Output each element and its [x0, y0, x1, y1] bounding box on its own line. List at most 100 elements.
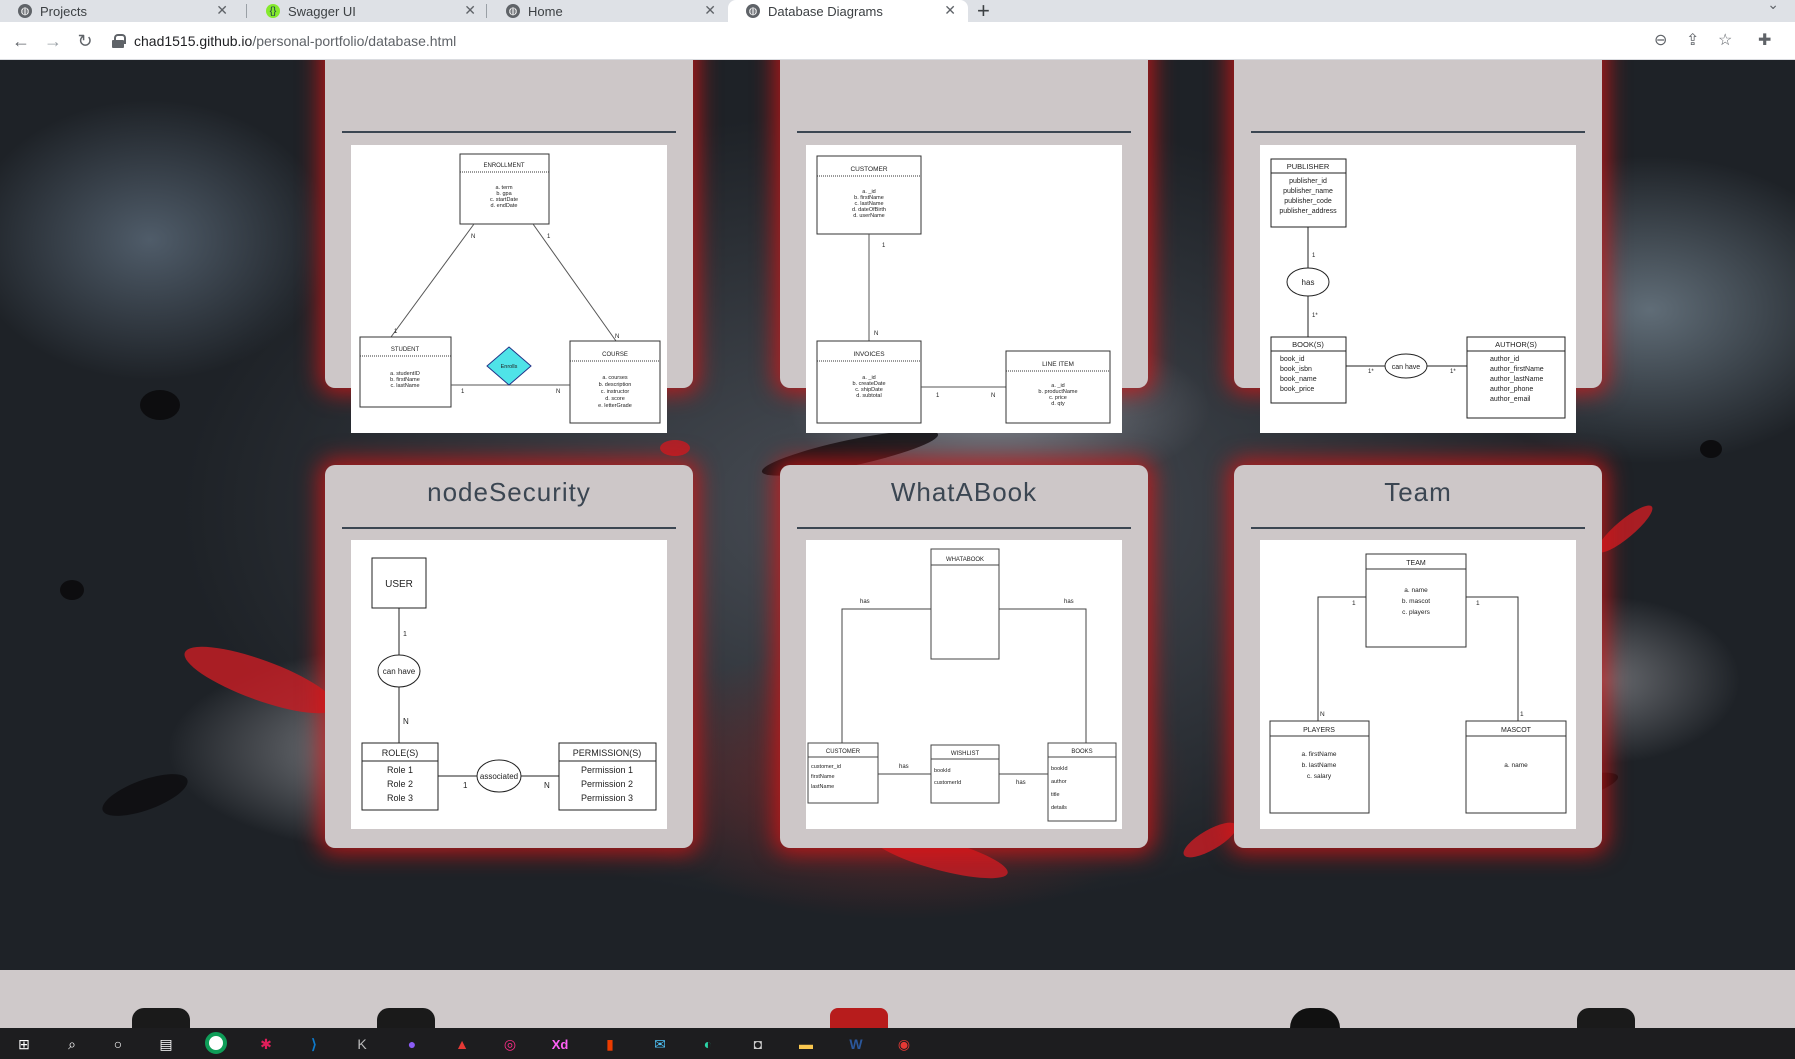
entity-attr: firstName: [811, 774, 835, 780]
entity-attr: book_id: [1280, 356, 1305, 363]
card-divider: [342, 131, 676, 133]
entity-title: ENROLLMENT: [483, 163, 524, 169]
share-icon[interactable]: ⇪: [1686, 30, 1699, 50]
entity-attr: book_name: [1280, 376, 1317, 383]
relationship-label: can have: [1392, 364, 1421, 371]
vscode-icon[interactable]: ⟩: [302, 1032, 326, 1056]
close-icon[interactable]: ✕: [216, 2, 228, 19]
entity-attr: lastName: [811, 784, 834, 790]
er-diagram-image[interactable]: USER 1 can have N ROLE(S) Role 1 Role 2 …: [351, 540, 667, 829]
entity-attr: a. firstName: [1301, 751, 1336, 758]
office-icon[interactable]: ▮: [598, 1032, 622, 1056]
er-diagram-enrollment: ENROLLMENT a. term b. gpa c. startDate d…: [359, 153, 661, 424]
entity-attr: d. qty: [1051, 401, 1065, 407]
entity-attr: title: [1051, 792, 1060, 798]
entity-attr: c. salary: [1307, 773, 1332, 780]
cardinality-label: 1: [463, 781, 468, 790]
tab-projects[interactable]: ◍ Projects ✕: [0, 0, 240, 22]
search-icon[interactable]: ⌕: [60, 1032, 84, 1056]
relationship-label: has: [1016, 780, 1026, 786]
entity-attr: book_isbn: [1280, 366, 1312, 373]
relationship-label: can have: [383, 667, 416, 676]
back-icon[interactable]: ←: [8, 28, 34, 54]
entity-attr: book_price: [1280, 386, 1314, 393]
cardinality-label: N: [1320, 711, 1325, 718]
github-icon[interactable]: [377, 1008, 435, 1030]
page-footer: [0, 970, 1795, 1030]
zoom-icon[interactable]: ⊖: [1654, 30, 1667, 50]
entity-attr: author_phone: [1490, 386, 1533, 393]
extensions-icon[interactable]: ✚: [1758, 30, 1771, 50]
tab-search-icon[interactable]: ⌄: [1767, 0, 1779, 13]
forward-icon[interactable]: →: [40, 28, 66, 54]
tab-home[interactable]: ◍ Home ✕: [488, 0, 728, 22]
camera-icon[interactable]: ◘: [746, 1032, 770, 1056]
cardinality-label: 1: [1476, 600, 1480, 607]
adobe-xd-icon[interactable]: Xd: [548, 1032, 572, 1056]
new-tab-button[interactable]: +: [977, 0, 990, 24]
entity-attr: publisher_address: [1279, 208, 1337, 215]
tab-label: Home: [528, 3, 563, 19]
er-diagram-image[interactable]: ENROLLMENT a. term b. gpa c. startDate d…: [351, 145, 667, 433]
tab-label: Projects: [40, 3, 87, 19]
entity-attr: publisher_code: [1284, 198, 1332, 205]
er-diagram-image[interactable]: CUSTOMER a. _id b. firstName c. lastName…: [806, 145, 1122, 433]
reload-icon[interactable]: ↻: [72, 28, 98, 54]
red-paint-splat: [660, 440, 690, 456]
entity-title: MASCOT: [1501, 727, 1532, 734]
url-domain: chad1515.github.io: [134, 33, 253, 49]
task-view-icon[interactable]: ▤: [154, 1032, 178, 1056]
bookmark-star-icon[interactable]: ☆: [1718, 30, 1732, 50]
github-icon[interactable]: [132, 1008, 190, 1030]
card-title: WhatABook: [890, 477, 1038, 507]
logo-icon[interactable]: [1290, 1008, 1340, 1030]
entity-attr: b. lastName: [1302, 762, 1337, 769]
tab-label: Swagger UI: [288, 3, 356, 19]
close-icon[interactable]: ✕: [944, 2, 956, 19]
card-title: Team: [1384, 477, 1452, 507]
er-diagram-image[interactable]: WHATABOOK has has CUSTOMER customer_id f…: [806, 540, 1122, 829]
diagram-card-enrollment: ENROLLMENT a. term b. gpa c. startDate d…: [325, 60, 693, 433]
cardinality-label: N: [991, 393, 995, 399]
acrobat-icon[interactable]: ▲: [450, 1032, 474, 1056]
tab-swagger-ui[interactable]: {} Swagger UI ✕: [248, 0, 488, 22]
red-paint-splat: [177, 633, 343, 727]
cardinality-label: 1*: [1450, 369, 1456, 375]
close-icon[interactable]: ✕: [464, 2, 476, 19]
entity-attr: a. courses: [602, 375, 628, 381]
relationship-label: has: [1302, 278, 1315, 287]
mail-icon[interactable]: ✉: [648, 1032, 672, 1056]
word-icon[interactable]: W: [844, 1032, 868, 1056]
edge-icon[interactable]: ◐: [696, 1032, 720, 1056]
keystroke-icon[interactable]: K: [350, 1032, 374, 1056]
github-desktop-icon[interactable]: ●: [400, 1032, 424, 1056]
tab-divider: [246, 4, 247, 18]
cardinality-label: N: [544, 781, 550, 790]
creative-cloud-icon[interactable]: ◎: [498, 1032, 522, 1056]
close-icon[interactable]: ✕: [704, 2, 716, 19]
paint-splat: [60, 580, 84, 600]
devil-logo-icon[interactable]: [830, 1008, 888, 1030]
address-bar[interactable]: chad1515.github.io/personal-portfolio/da…: [112, 26, 1672, 56]
browser-toolbar: ← → ↻ chad1515.github.io/personal-portfo…: [0, 22, 1795, 60]
entity-title: INVOICES: [853, 351, 885, 358]
er-diagram-image[interactable]: TEAM a. name b. mascot c. players 1 1 N …: [1260, 540, 1576, 829]
entity-attr: Permission 2: [581, 779, 633, 789]
file-explorer-icon[interactable]: ▬: [794, 1032, 818, 1056]
windows-start-icon[interactable]: ⊞: [12, 1032, 36, 1056]
recorder-icon[interactable]: ◉: [892, 1032, 916, 1056]
cardinality-label: N: [615, 334, 619, 340]
paint-splat: [1700, 440, 1722, 458]
linkedin-icon[interactable]: [1577, 1008, 1635, 1030]
cardinality-label: 1: [1352, 600, 1356, 607]
relationship-label: Enrolls: [501, 364, 518, 370]
chrome-icon[interactable]: [205, 1032, 227, 1054]
slack-icon[interactable]: ✱: [254, 1032, 278, 1056]
entity-attr: customer_id: [811, 764, 841, 770]
cortana-icon[interactable]: ○: [106, 1032, 130, 1056]
er-diagram-image[interactable]: PUBLISHER publisher_id publisher_name pu…: [1260, 145, 1576, 433]
tab-database-diagrams[interactable]: ◍ Database Diagrams ✕: [728, 0, 968, 22]
paint-splat: [140, 390, 180, 420]
lock-icon: [112, 34, 126, 48]
entity-title: PERMISSION(S): [573, 748, 642, 758]
